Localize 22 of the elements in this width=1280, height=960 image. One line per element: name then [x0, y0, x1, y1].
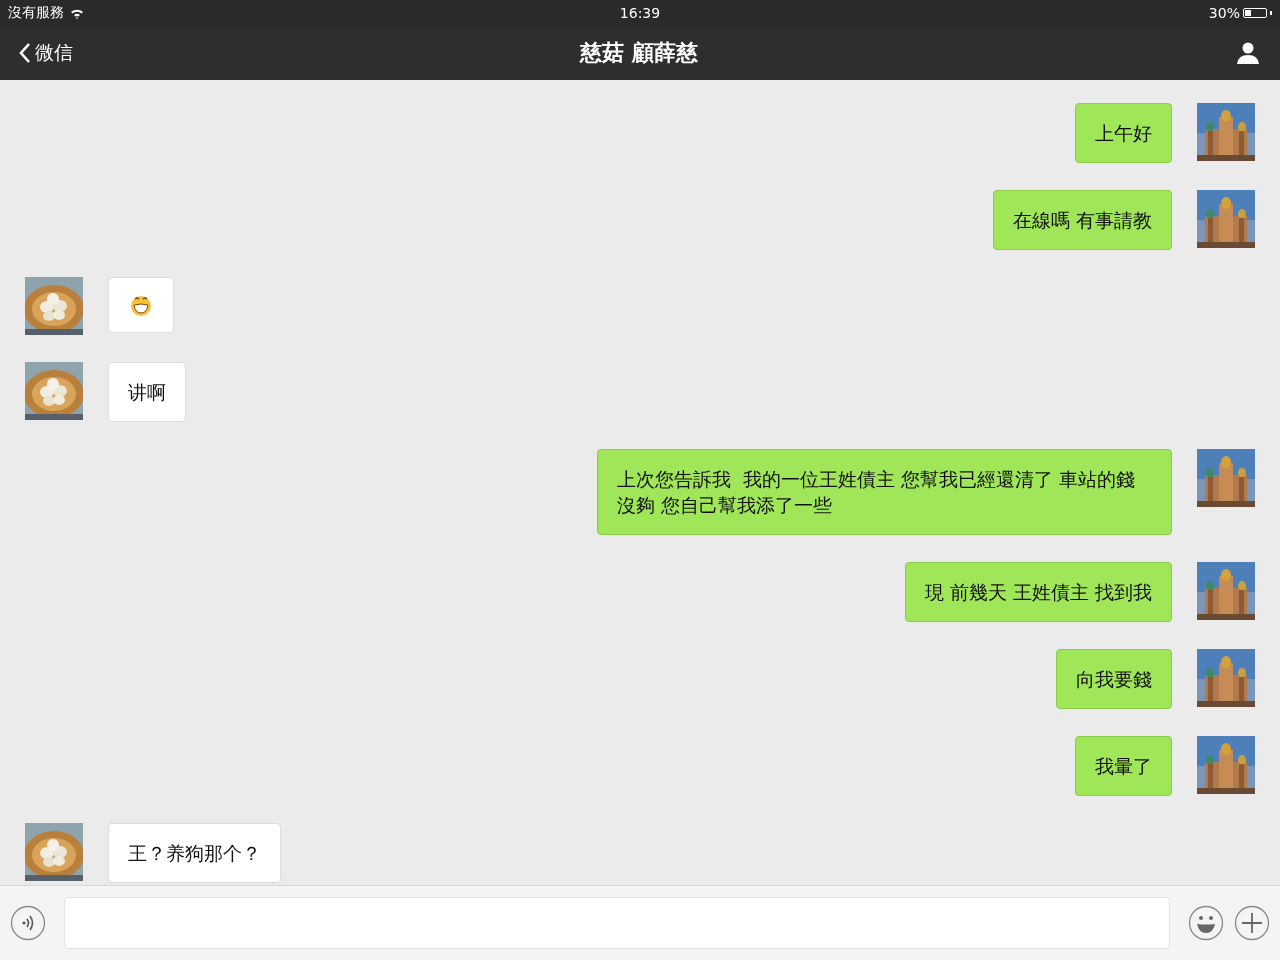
- smiley-icon[interactable]: [1188, 905, 1224, 941]
- chevron-icon[interactable]: [18, 42, 32, 64]
- carrier-label: 沒有服務: [8, 4, 64, 22]
- message-bubble: 上次您告訴我 我的一位王姓債主 您幫我已經還清了 車站的錢沒夠 您自己幫我添了一些: [597, 449, 1172, 535]
- voice-icon[interactable]: [10, 905, 46, 941]
- message-bubble: 向我要錢: [1056, 649, 1172, 709]
- back-button[interactable]: 微信: [18, 40, 178, 66]
- message-bubble: 王？养狗那个？: [108, 823, 281, 883]
- grinning-face-icon: [129, 293, 153, 317]
- message-bubble: 現 前幾天 王姓債主 找到我: [904, 562, 1172, 622]
- message-bubble: 讲啊: [108, 362, 186, 422]
- message-input-field[interactable]: [64, 897, 1170, 949]
- person-icon[interactable]: [1236, 41, 1260, 65]
- clock-time: 16:39: [619, 5, 661, 21]
- message-bubble: 在線嗎 有事請教: [992, 190, 1172, 250]
- battery-icon: [1243, 8, 1267, 18]
- plus-icon[interactable]: [1234, 905, 1270, 941]
- message-bubble: 上午好: [1075, 103, 1172, 163]
- battery-percent: 30%: [1208, 5, 1240, 21]
- chat-title: 慈菇 顧薛慈: [580, 39, 698, 67]
- message-bubble: 我暈了: [1075, 736, 1172, 796]
- wifi-icon: [70, 7, 84, 19]
